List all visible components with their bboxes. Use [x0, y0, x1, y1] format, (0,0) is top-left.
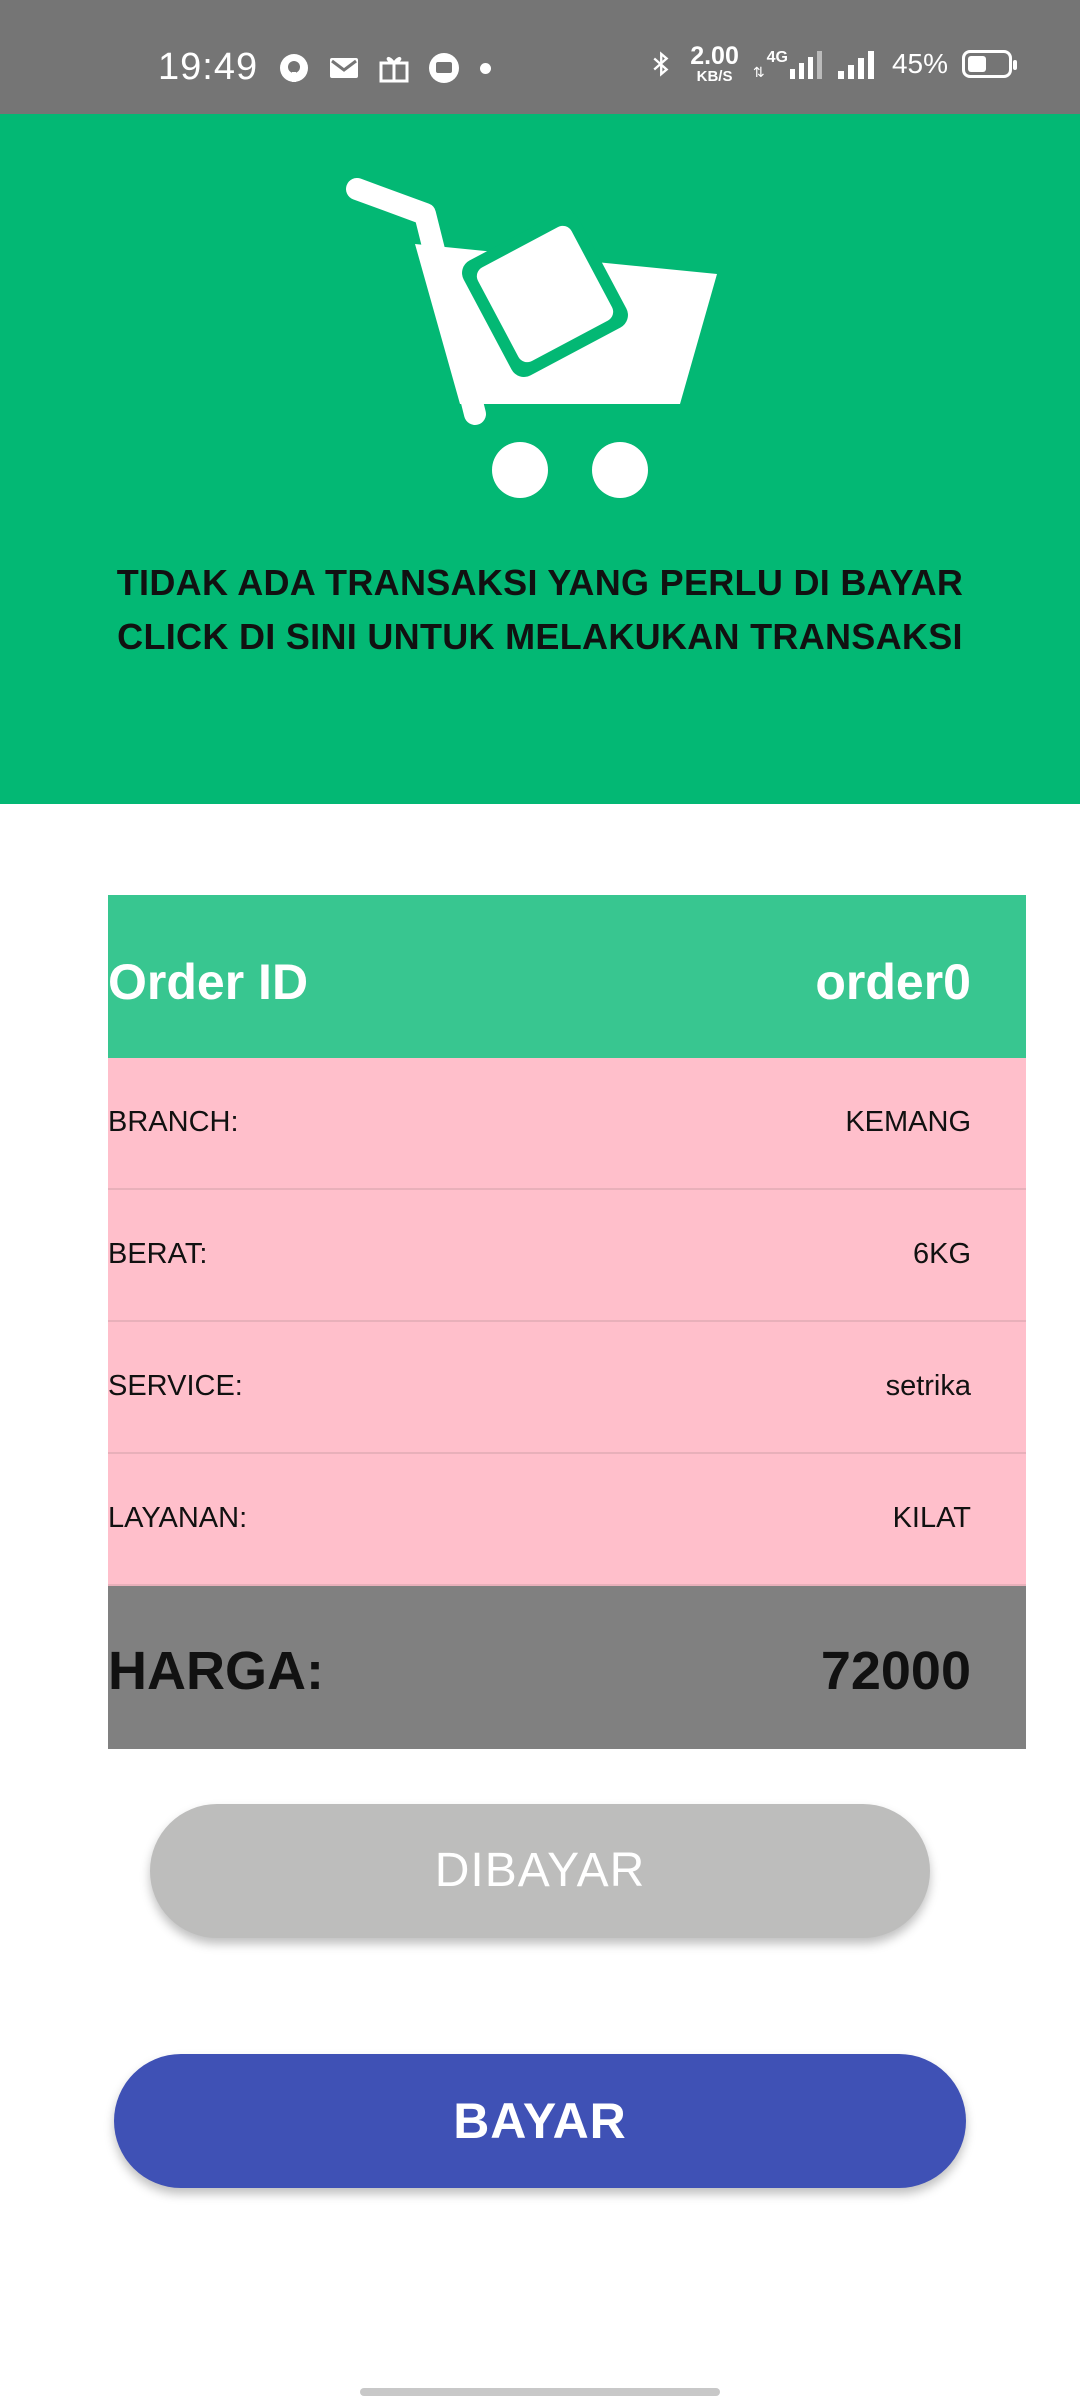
data-arrows-icon: ⇅: [752, 64, 765, 80]
record-icon: [280, 54, 308, 82]
battery-icon: [962, 50, 1017, 78]
price-label: HARGA:: [108, 1641, 324, 1701]
network-speed-value: 2.00: [690, 42, 739, 70]
message-icon: [429, 53, 459, 83]
row-value: 6KG: [912, 1238, 971, 1270]
pay-button[interactable]: BAYAR: [114, 2054, 966, 2188]
order-row-weight: BERAT: 6KG: [108, 1190, 1026, 1322]
order-row-layanan: LAYANAN: KILAT: [108, 1454, 1026, 1586]
gift-icon: [379, 57, 409, 83]
notification-dot: [480, 62, 491, 74]
row-label: SERVICE:: [108, 1370, 243, 1402]
status-bar: 19:49 2.00 KB/S ⇅ 4G 45%: [0, 0, 1080, 114]
status-time: 19:49: [158, 46, 259, 88]
cart-icon: [346, 178, 717, 498]
row-label: BERAT:: [108, 1238, 208, 1270]
network-type: 4G: [766, 49, 788, 66]
notification-icons: [276, 50, 491, 86]
empty-transaction-banner[interactable]: TIDAK ADA TRANSAKSI YANG PERLU DI BAYAR …: [0, 114, 1080, 804]
row-value: KEMANG: [845, 1106, 971, 1138]
row-value: setrika: [885, 1370, 971, 1402]
price-value: 72000: [820, 1641, 971, 1701]
system-icons: 2.00 KB/S ⇅ 4G 45%: [648, 42, 1017, 85]
order-id-value: order0: [815, 954, 971, 1010]
order-price: HARGA: 72000: [108, 1586, 1026, 1749]
gmail-icon: [330, 58, 358, 78]
battery-percent: 45%: [891, 48, 948, 79]
mobile-data-indicator: ⇅ 4G: [753, 49, 824, 79]
network-speed: 2.00 KB/S: [690, 42, 739, 85]
banner-message-line2: CLICK DI SINI UNTUK MELAKUKAN TRANSAKSI: [117, 616, 963, 657]
row-label: BRANCH:: [108, 1106, 239, 1138]
row-value: KILAT: [892, 1502, 971, 1534]
paid-button[interactable]: DIBAYAR: [150, 1804, 930, 1938]
row-label: LAYANAN:: [108, 1502, 248, 1534]
home-indicator[interactable]: [360, 2388, 720, 2396]
order-id-header: Order ID order0: [108, 895, 1026, 1058]
network-speed-unit: KB/S: [696, 68, 733, 85]
signal-icon: [789, 51, 822, 79]
banner-message-line1: TIDAK ADA TRANSAKSI YANG PERLU DI BAYAR: [116, 562, 964, 603]
bluetooth-icon: [653, 51, 669, 77]
order-row-service: SERVICE: setrika: [108, 1322, 1026, 1454]
order-id-label: Order ID: [108, 954, 309, 1010]
order-row-branch: BRANCH: KEMANG: [108, 1058, 1026, 1190]
signal-icon: [837, 51, 874, 79]
order-card: Order ID order0 BRANCH: KEMANG BERAT: 6K…: [108, 895, 1026, 1749]
